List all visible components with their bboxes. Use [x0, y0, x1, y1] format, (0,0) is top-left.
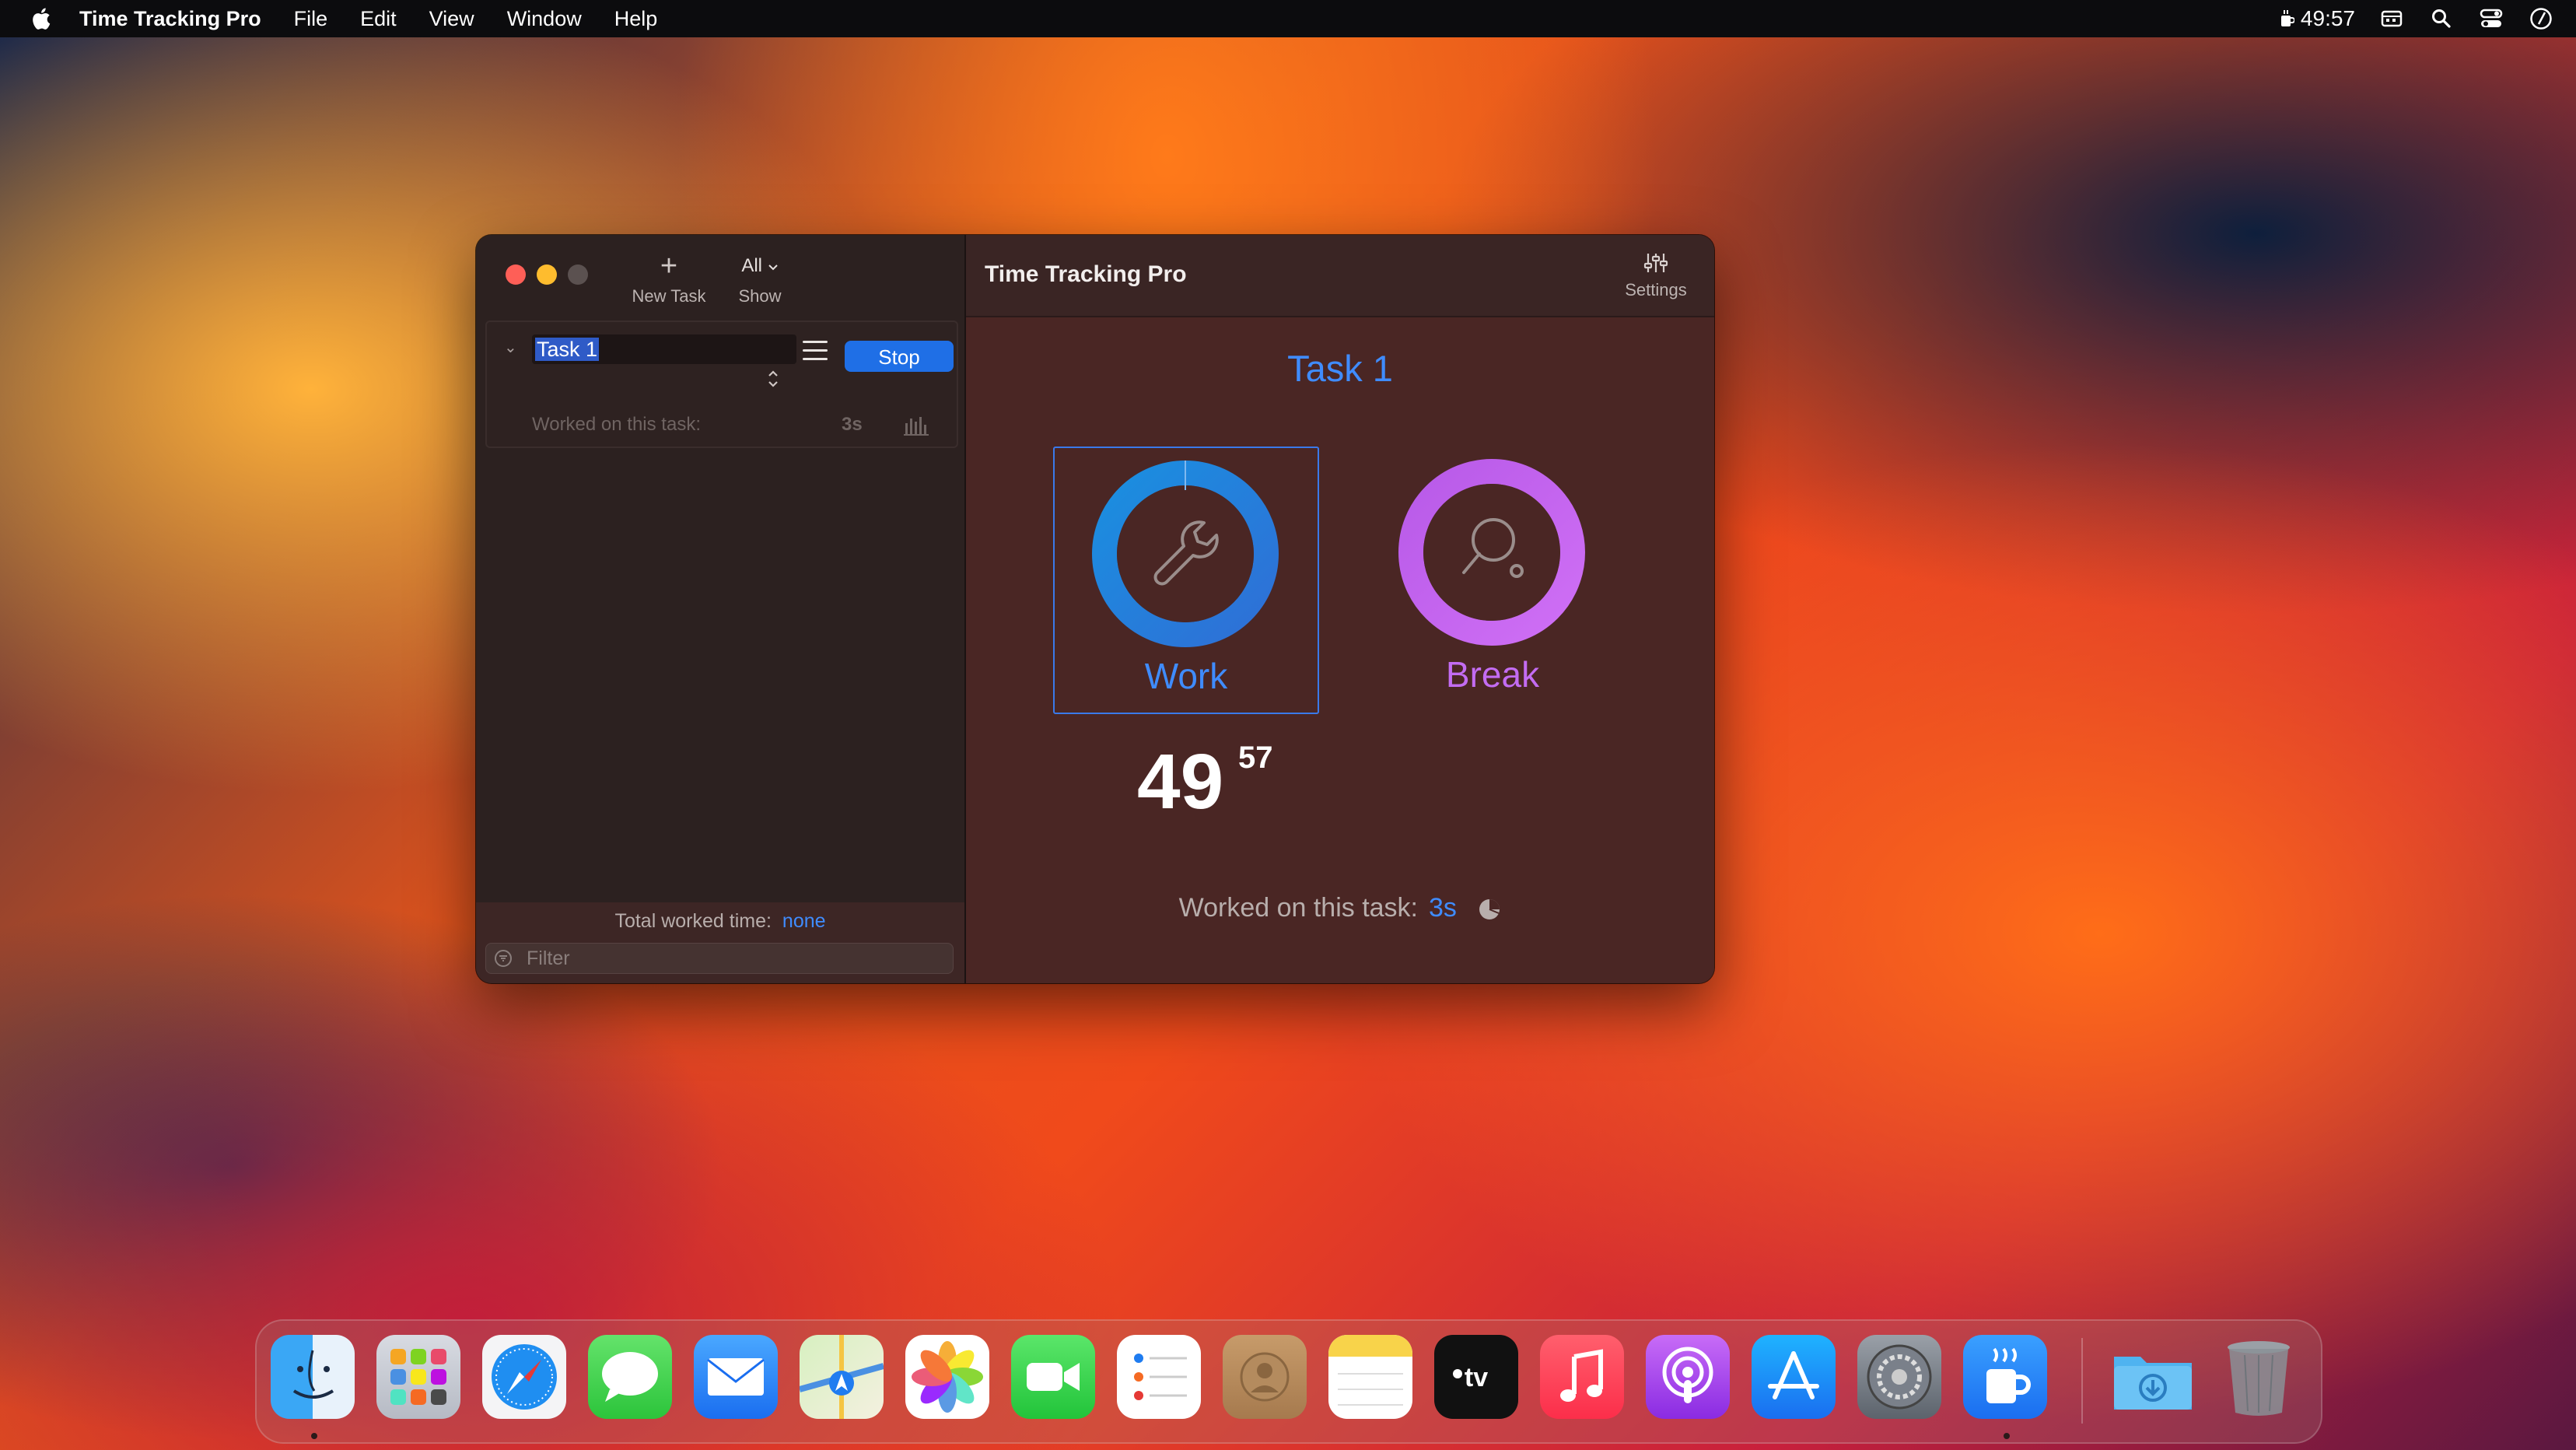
dock-separator	[2081, 1338, 2083, 1424]
plus-icon: +	[660, 250, 678, 282]
timer-minutes: 49	[1137, 738, 1224, 825]
bar-chart-icon[interactable]	[904, 415, 930, 436]
break-label: Break	[1445, 654, 1540, 695]
work-label: Work	[1144, 656, 1228, 696]
sliders-icon	[1643, 254, 1668, 272]
task-menu-icon[interactable]	[803, 341, 828, 361]
apple-logo-icon[interactable]	[30, 6, 51, 31]
dock-finder-icon[interactable]	[271, 1335, 355, 1419]
main-toolbar: Time Tracking Pro Settings	[966, 235, 1714, 317]
work-mode-button[interactable]: Work	[1053, 447, 1319, 714]
task-worked-value: 3s	[842, 414, 863, 435]
main-worked-label: Worked on this task:	[1178, 893, 1419, 923]
show-label: Show	[738, 286, 782, 306]
show-select-value: All	[741, 255, 762, 276]
menu-bar: Time Tracking Pro File Edit View Window …	[0, 0, 2576, 37]
zoom-window-button[interactable]	[568, 264, 588, 285]
menu-app-name[interactable]: Time Tracking Pro	[79, 7, 261, 31]
timer-display: 49 57	[1137, 737, 1273, 827]
control-center-icon[interactable]	[2478, 7, 2504, 30]
dock-maps-icon[interactable]	[800, 1335, 884, 1419]
dock-facetime-icon[interactable]	[1011, 1335, 1095, 1419]
menu-help[interactable]: Help	[614, 7, 658, 31]
dock-podcasts-icon[interactable]	[1646, 1335, 1730, 1419]
settings-label: Settings	[1625, 280, 1687, 299]
total-worked-time: Total worked time: none	[476, 910, 964, 933]
coffee-cup-icon	[2280, 10, 2294, 26]
filter-field[interactable]: Filter	[485, 943, 954, 974]
dock-launchpad-icon[interactable]	[376, 1335, 460, 1419]
menu-file[interactable]: File	[294, 7, 328, 31]
main-worked-row: Worked on this task: 3s	[966, 893, 1714, 923]
total-worked-label: Total worked time:	[614, 910, 772, 932]
app-window: + New Task All Show ⌄ Task 1 Stop Worked…	[476, 235, 1714, 983]
dock-notes-icon[interactable]	[1328, 1335, 1412, 1419]
dock-reminders-icon[interactable]	[1117, 1335, 1201, 1419]
show-select[interactable]: All	[733, 250, 786, 282]
main-panel: Time Tracking Pro Settings Task 1 Work B…	[966, 235, 1714, 983]
total-worked-value: none	[782, 910, 826, 932]
dock: tv	[255, 1319, 2322, 1444]
stop-button[interactable]: Stop	[845, 341, 954, 372]
task-worked-label: Worked on this task:	[532, 414, 701, 435]
window-title: Time Tracking Pro	[985, 261, 1187, 287]
filter-icon	[495, 950, 512, 967]
up-down-stepper-icon[interactable]	[767, 369, 779, 389]
dock-tv-icon[interactable]: tv	[1434, 1335, 1518, 1419]
task-name-field[interactable]: Task 1	[532, 334, 796, 364]
dock-downloads-folder-icon[interactable]	[2111, 1335, 2195, 1419]
dock-messages-icon[interactable]	[588, 1335, 672, 1419]
task-row[interactable]: ⌄ Task 1 Stop Worked on this task: 3s	[485, 320, 958, 448]
dock-app-store-icon[interactable]	[1752, 1335, 1836, 1419]
current-task-title: Task 1	[1287, 348, 1393, 389]
svg-text:tv: tv	[1465, 1363, 1488, 1392]
calendar-widget-icon[interactable]	[2378, 7, 2405, 30]
sidebar-toolbar: + New Task All Show	[476, 235, 964, 319]
close-window-button[interactable]	[506, 264, 526, 285]
settings-button[interactable]: Settings	[1613, 252, 1699, 300]
dock-safari-icon[interactable]	[482, 1335, 566, 1419]
filter-placeholder: Filter	[527, 947, 570, 969]
chevron-down-icon	[768, 264, 778, 271]
dock-contacts-icon[interactable]	[1223, 1335, 1307, 1419]
main-worked-value: 3s	[1429, 893, 1457, 923]
finder-running-dot	[311, 1433, 317, 1439]
siri-clock-icon[interactable]	[2528, 7, 2554, 30]
time-tracking-pro-running-dot	[2004, 1433, 2010, 1439]
task-worked-row: Worked on this task: 3s	[532, 414, 952, 437]
disclosure-chevron-icon[interactable]: ⌄	[504, 338, 517, 357]
dock-system-settings-icon[interactable]	[1857, 1335, 1941, 1419]
dock-photos-icon[interactable]	[905, 1335, 989, 1419]
minimize-window-button[interactable]	[537, 264, 557, 285]
dock-time-tracking-pro-icon[interactable]	[1963, 1335, 2047, 1419]
dock-music-icon[interactable]	[1540, 1335, 1624, 1419]
show-filter-control[interactable]: All Show	[709, 250, 810, 306]
status-time: 49:57	[2300, 6, 2355, 30]
menu-window[interactable]: Window	[507, 7, 582, 31]
work-ring	[1092, 461, 1279, 647]
spotlight-search-icon[interactable]	[2428, 7, 2455, 30]
menu-view[interactable]: View	[429, 7, 474, 31]
sidebar-footer: Total worked time: none Filter	[476, 902, 964, 983]
dock-mail-icon[interactable]	[694, 1335, 778, 1419]
menu-edit[interactable]: Edit	[360, 7, 397, 31]
sidebar: + New Task All Show ⌄ Task 1 Stop Worked…	[476, 235, 966, 983]
status-timer[interactable]: 49:57	[2280, 6, 2355, 31]
break-ring	[1398, 459, 1585, 646]
task-name-text: Task 1	[535, 338, 600, 361]
pie-chart-icon[interactable]	[1478, 898, 1501, 921]
dock-trash-icon[interactable]	[2217, 1335, 2301, 1419]
timer-seconds: 57	[1238, 741, 1273, 775]
break-mode-button[interactable]: Break	[1361, 447, 1624, 711]
main-content: Task 1 Work Break 49 57 Worked on this t…	[966, 317, 1714, 983]
